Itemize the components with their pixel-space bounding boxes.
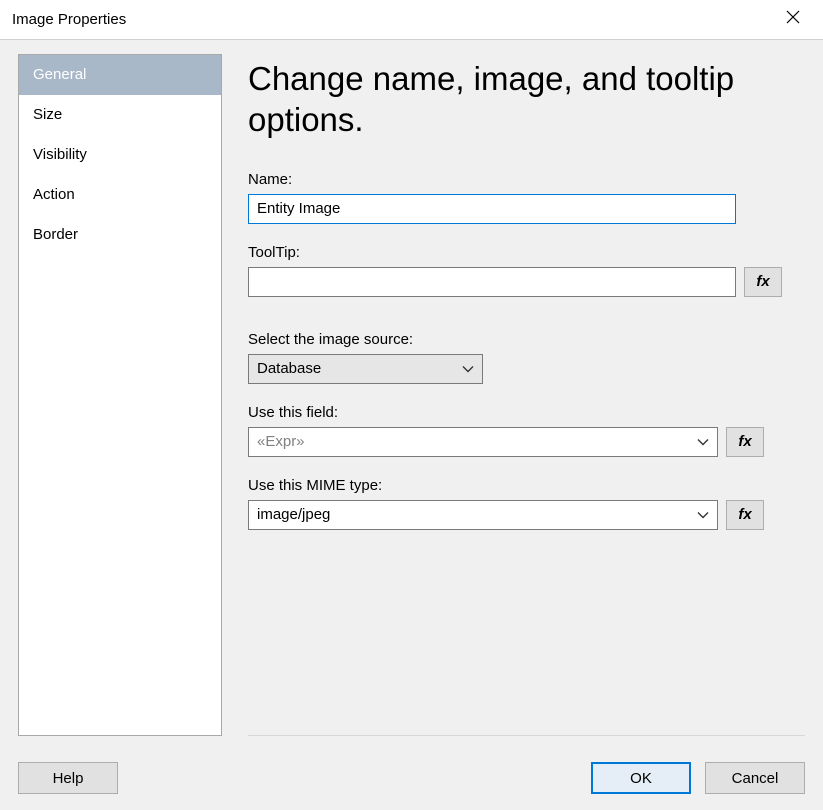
mime-type-value: image/jpeg bbox=[257, 506, 697, 523]
name-label: Name: bbox=[248, 171, 805, 188]
image-source-select[interactable]: Database bbox=[248, 354, 483, 384]
ok-button-label: OK bbox=[630, 770, 652, 787]
fx-icon: fx bbox=[738, 433, 751, 450]
window-title: Image Properties bbox=[12, 11, 773, 28]
cancel-button[interactable]: Cancel bbox=[705, 762, 805, 794]
image-source-label: Select the image source: bbox=[248, 331, 805, 348]
close-icon bbox=[786, 10, 800, 29]
chevron-down-icon bbox=[462, 363, 474, 375]
tooltip-label: ToolTip: bbox=[248, 244, 805, 261]
chevron-down-icon bbox=[697, 436, 709, 448]
use-field-expression-button[interactable]: fx bbox=[726, 427, 764, 457]
help-button-label: Help bbox=[53, 770, 84, 787]
sidebar-item-label: Visibility bbox=[33, 146, 87, 163]
separator bbox=[248, 735, 805, 736]
sidebar-item-label: Border bbox=[33, 226, 78, 243]
chevron-down-icon bbox=[697, 509, 709, 521]
category-sidebar: General Size Visibility Action Border bbox=[18, 54, 222, 736]
main-pane: Change name, image, and tooltip options.… bbox=[222, 54, 805, 736]
use-field-value: «Expr» bbox=[257, 433, 697, 450]
sidebar-item-label: Size bbox=[33, 106, 62, 123]
ok-button[interactable]: OK bbox=[591, 762, 691, 794]
mime-type-select[interactable]: image/jpeg bbox=[248, 500, 718, 530]
image-source-value: Database bbox=[257, 360, 462, 377]
tooltip-input[interactable] bbox=[248, 267, 736, 297]
sidebar-item-size[interactable]: Size bbox=[19, 95, 221, 135]
sidebar-item-general[interactable]: General bbox=[19, 55, 221, 95]
close-button[interactable] bbox=[773, 0, 813, 40]
sidebar-item-label: Action bbox=[33, 186, 75, 203]
mime-type-label: Use this MIME type: bbox=[248, 477, 805, 494]
help-button[interactable]: Help bbox=[18, 762, 118, 794]
sidebar-item-visibility[interactable]: Visibility bbox=[19, 135, 221, 175]
dialog-body: General Size Visibility Action Border Ch… bbox=[0, 40, 823, 746]
use-field-label: Use this field: bbox=[248, 404, 805, 421]
dialog-footer: Help OK Cancel bbox=[0, 746, 823, 810]
title-bar: Image Properties bbox=[0, 0, 823, 40]
sidebar-item-label: General bbox=[33, 66, 86, 83]
fx-icon: fx bbox=[756, 273, 769, 290]
sidebar-item-border[interactable]: Border bbox=[19, 215, 221, 255]
mime-type-expression-button[interactable]: fx bbox=[726, 500, 764, 530]
image-properties-dialog: Image Properties General Size Visibility bbox=[0, 0, 823, 810]
cancel-button-label: Cancel bbox=[732, 770, 779, 787]
use-field-select[interactable]: «Expr» bbox=[248, 427, 718, 457]
fx-icon: fx bbox=[738, 506, 751, 523]
name-input[interactable] bbox=[248, 194, 736, 224]
tooltip-expression-button[interactable]: fx bbox=[744, 267, 782, 297]
sidebar-item-action[interactable]: Action bbox=[19, 175, 221, 215]
page-heading: Change name, image, and tooltip options. bbox=[248, 58, 805, 141]
